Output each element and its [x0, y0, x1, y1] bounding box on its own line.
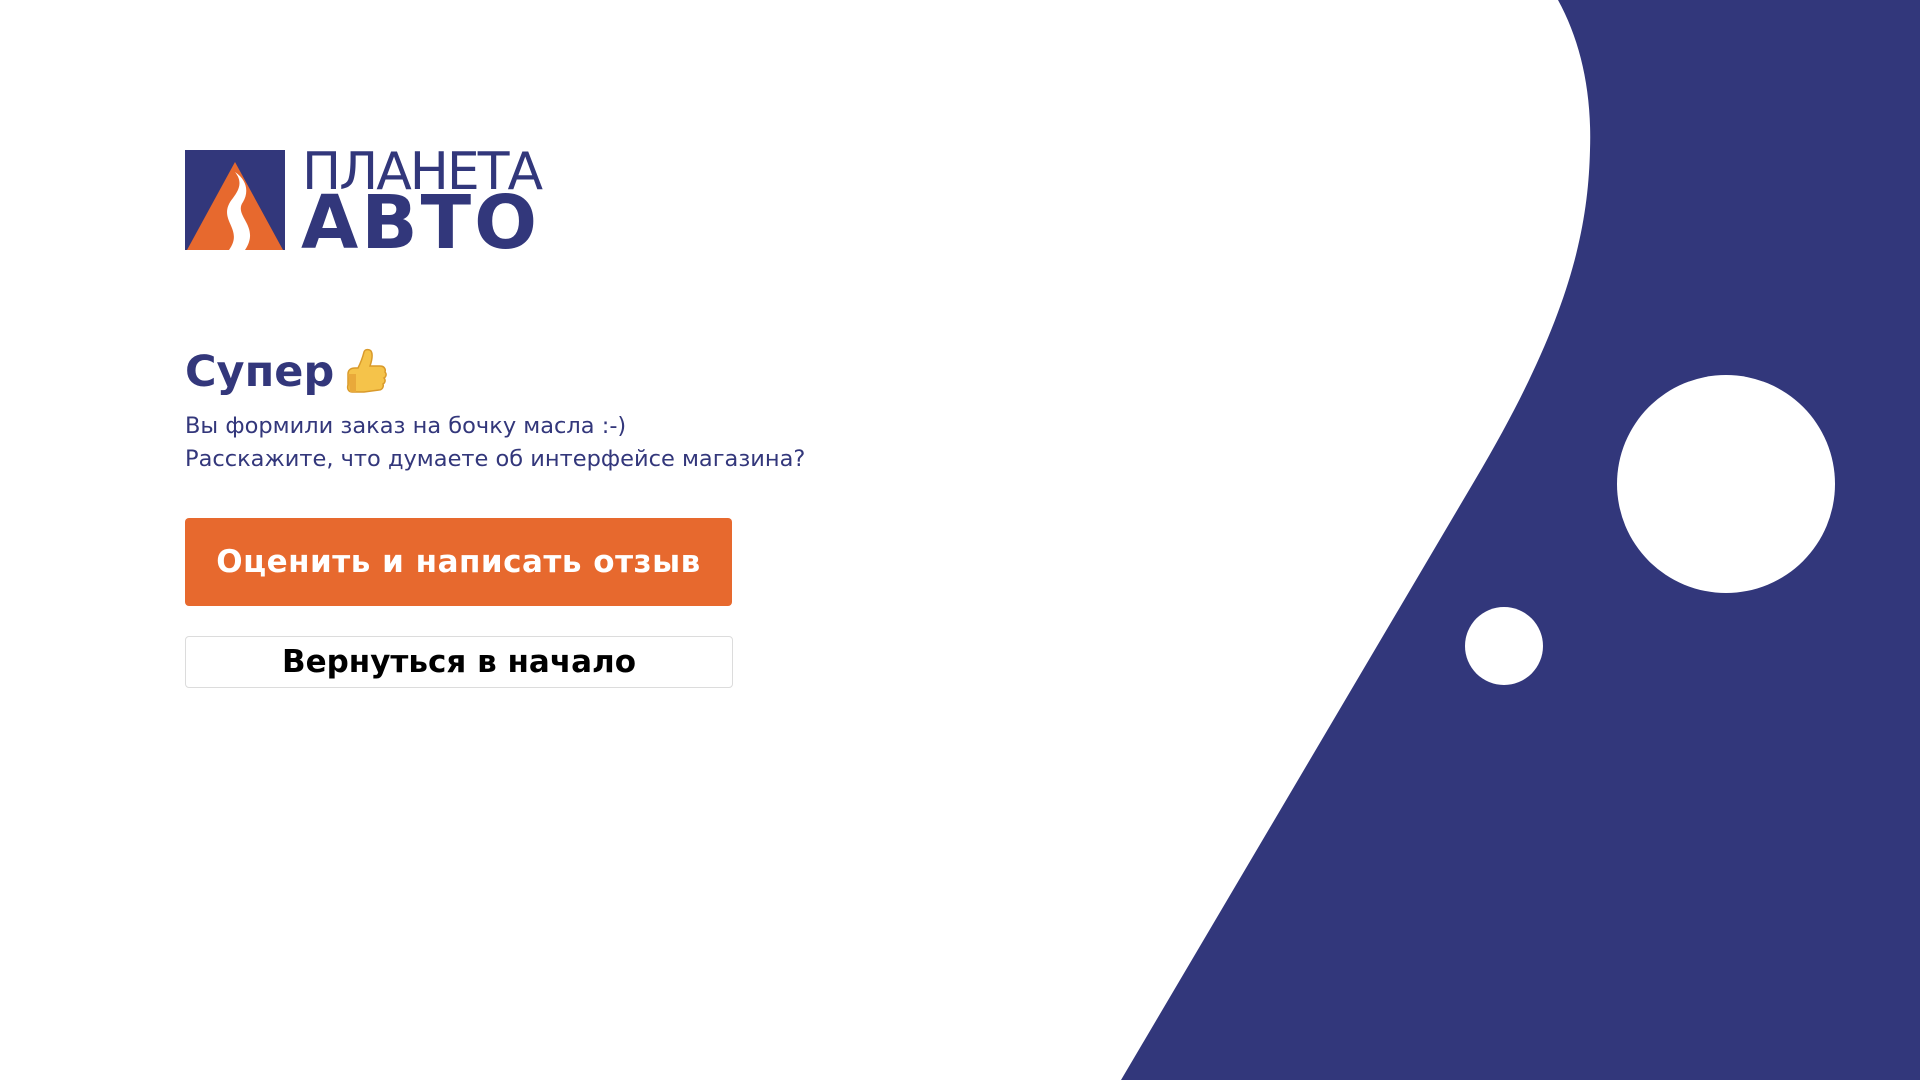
message-line-1: Вы формили заказ на бочку масла :-) — [185, 413, 627, 439]
rate-and-review-button[interactable]: Оценить и написать отзыв — [185, 518, 732, 606]
thumbs-up-icon — [347, 348, 388, 393]
message-line-2: Расскажите, что думаете об интерфейсе ма… — [185, 446, 806, 472]
page-title-text: Супер — [185, 347, 335, 397]
order-message: Вы формили заказ на бочку масла :-) Расс… — [185, 410, 805, 476]
large-circle-decoration — [1617, 375, 1835, 593]
small-circle-decoration — [1465, 607, 1543, 685]
page-title: Супер — [185, 344, 388, 400]
brand-logo[interactable]: ПЛАНЕТА АВТО — [185, 144, 565, 260]
brand-name-bottom: АВТО — [301, 180, 541, 266]
page: ПЛАНЕТА АВТО Супер Вы формили заказ на б… — [0, 0, 1920, 1080]
road-mountain-logo-icon — [185, 150, 285, 250]
back-to-start-button[interactable]: Вернуться в начало — [185, 636, 733, 688]
